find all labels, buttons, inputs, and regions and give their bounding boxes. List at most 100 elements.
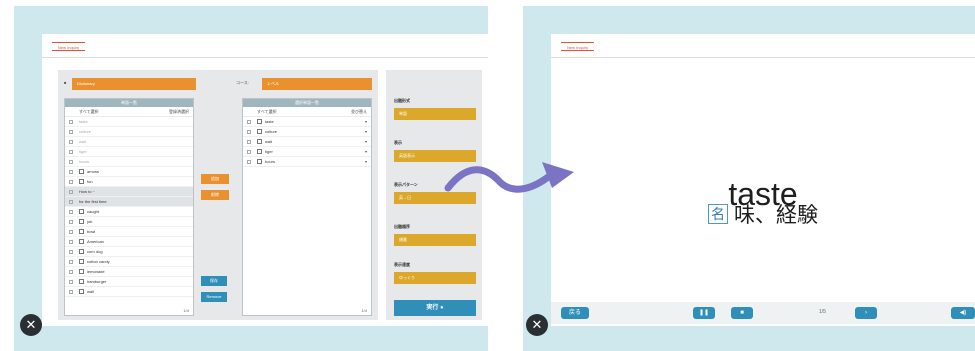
- back-button[interactable]: 戻る: [561, 307, 589, 319]
- expand-icon[interactable]: [79, 279, 84, 285]
- expand-icon[interactable]: [257, 119, 262, 125]
- reorder-icon[interactable]: ▾: [365, 157, 367, 167]
- word-list-row[interactable]: corn dog: [65, 247, 193, 257]
- word-list-row[interactable]: cotton candy: [65, 257, 193, 267]
- row-checkbox[interactable]: [69, 220, 73, 224]
- word-label: wait: [79, 139, 87, 144]
- display-label: 表示: [394, 140, 402, 145]
- expand-icon[interactable]: [79, 249, 84, 255]
- reorder-icon[interactable]: ▾: [365, 127, 367, 137]
- expand-icon[interactable]: [79, 209, 84, 215]
- header-tab[interactable]: New Inquiry: [52, 42, 86, 51]
- selected-select-all-row[interactable]: すべて選択 並び替え: [243, 107, 371, 117]
- sort-label[interactable]: 並び替え: [351, 107, 367, 117]
- row-checkbox[interactable]: [247, 140, 251, 144]
- select-all-label: すべて選択: [79, 109, 99, 114]
- word-list-row[interactable]: wait: [65, 137, 193, 147]
- word-list-row[interactable]: How to ~: [65, 187, 193, 197]
- next-icon[interactable]: ›: [855, 307, 877, 319]
- row-checkbox[interactable]: [69, 290, 73, 294]
- pause-icon[interactable]: ❚❚: [693, 307, 715, 319]
- word-label: taste: [79, 119, 88, 124]
- row-checkbox[interactable]: [247, 130, 251, 134]
- row-checkbox[interactable]: [247, 150, 251, 154]
- word-list-row[interactable]: taste: [65, 117, 193, 127]
- word-label: tiger: [79, 149, 87, 154]
- selected-word-row[interactable]: taste ▾: [243, 117, 371, 127]
- word-list-row[interactable]: caught: [65, 207, 193, 217]
- expand-icon[interactable]: [79, 269, 84, 275]
- row-checkbox[interactable]: [247, 120, 251, 124]
- question-type-select[interactable]: 単語: [394, 108, 476, 120]
- word-list-row[interactable]: wall: [65, 287, 193, 297]
- dictionary-select[interactable]: Dictionary: [72, 78, 196, 90]
- close-icon[interactable]: ✕: [20, 314, 42, 336]
- execute-button[interactable]: 実行 ●: [394, 300, 476, 316]
- word-label: lemonade: [87, 269, 105, 274]
- word-list-row[interactable]: fun: [65, 177, 193, 187]
- word-list-row[interactable]: for the first time: [65, 197, 193, 207]
- row-checkbox[interactable]: [69, 120, 73, 124]
- row-checkbox[interactable]: [69, 280, 73, 284]
- word-list-row[interactable]: bowl: [65, 227, 193, 237]
- row-checkbox[interactable]: [69, 170, 73, 174]
- expand-icon[interactable]: [257, 159, 262, 165]
- expand-icon[interactable]: [79, 289, 84, 295]
- top-bar: [523, 6, 975, 34]
- remove-all-button[interactable]: Remove: [201, 292, 227, 302]
- expand-icon[interactable]: [79, 239, 84, 245]
- meaning-text: 味、経験: [734, 204, 818, 227]
- word-list-row[interactable]: arrows: [65, 167, 193, 177]
- expand-icon[interactable]: [79, 259, 84, 265]
- row-checkbox[interactable]: [69, 240, 73, 244]
- select-all-row[interactable]: すべて選択 登録済選択: [65, 107, 193, 117]
- row-checkbox[interactable]: [69, 150, 73, 154]
- expand-icon[interactable]: [257, 139, 262, 145]
- row-checkbox[interactable]: [247, 160, 251, 164]
- expand-icon[interactable]: [257, 129, 262, 135]
- registered-select-label[interactable]: 登録済選択: [169, 107, 189, 117]
- expand-icon[interactable]: [79, 229, 84, 235]
- row-checkbox[interactable]: [69, 260, 73, 264]
- volume-icon[interactable]: ◀): [951, 307, 975, 319]
- row-checkbox[interactable]: [69, 200, 73, 204]
- expand-icon[interactable]: [257, 149, 262, 155]
- part-of-speech-badge: 名: [708, 204, 728, 224]
- word-list-row[interactable]: job: [65, 217, 193, 227]
- row-checkbox[interactable]: [69, 130, 73, 134]
- level-select[interactable]: レベル: [262, 78, 372, 90]
- expand-icon[interactable]: [79, 219, 84, 225]
- row-checkbox[interactable]: [69, 180, 73, 184]
- selected-word-row[interactable]: hours ▾: [243, 157, 371, 167]
- row-checkbox[interactable]: [69, 230, 73, 234]
- row-checkbox[interactable]: [69, 210, 73, 214]
- header-tab[interactable]: New Inquiry: [561, 42, 595, 51]
- selected-word-row[interactable]: wait ▾: [243, 137, 371, 147]
- order-select[interactable]: 順番: [394, 234, 476, 246]
- reorder-icon[interactable]: ▾: [365, 137, 367, 147]
- save-button[interactable]: 保存: [201, 276, 227, 286]
- expand-icon[interactable]: [79, 179, 84, 185]
- word-list-row[interactable]: hours: [65, 157, 193, 167]
- word-list-row[interactable]: culture: [65, 127, 193, 137]
- row-checkbox[interactable]: [69, 270, 73, 274]
- add-button[interactable]: 追加: [201, 174, 229, 184]
- close-icon[interactable]: ✕: [526, 314, 548, 336]
- row-checkbox[interactable]: [69, 250, 73, 254]
- stop-icon[interactable]: ■: [731, 307, 753, 319]
- word-label: taste: [265, 119, 274, 124]
- selected-word-row[interactable]: tiger ▾: [243, 147, 371, 157]
- row-checkbox[interactable]: [69, 190, 73, 194]
- word-list-row[interactable]: American: [65, 237, 193, 247]
- expand-icon[interactable]: [79, 169, 84, 175]
- reorder-icon[interactable]: ▾: [365, 147, 367, 157]
- word-list-row[interactable]: tiger: [65, 147, 193, 157]
- row-checkbox[interactable]: [69, 160, 73, 164]
- selected-word-row[interactable]: culture ▾: [243, 127, 371, 137]
- word-list-row[interactable]: lemonade: [65, 267, 193, 277]
- word-list-row[interactable]: hamburger: [65, 277, 193, 287]
- remove-button[interactable]: 削除: [201, 190, 229, 200]
- reorder-icon[interactable]: ▾: [365, 117, 367, 127]
- speed-select[interactable]: ゆっくり: [394, 272, 476, 284]
- row-checkbox[interactable]: [69, 140, 73, 144]
